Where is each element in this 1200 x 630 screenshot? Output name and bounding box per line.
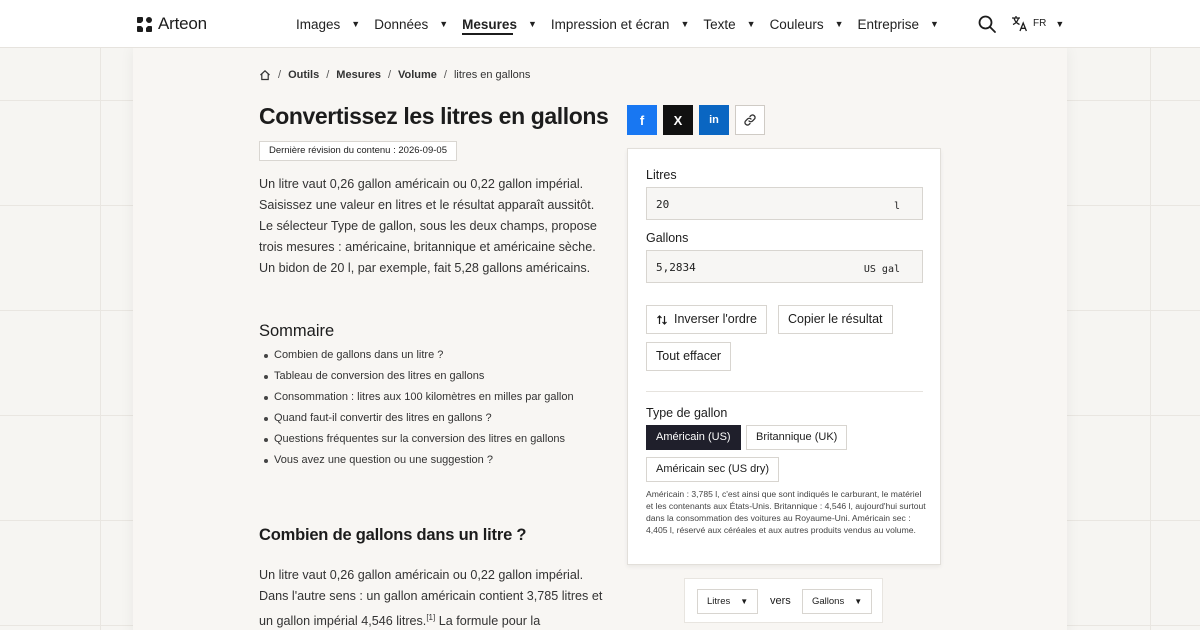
facebook-icon: f (639, 112, 645, 128)
chevron-down-icon: ▼ (746, 19, 756, 29)
breadcrumb-item-volume[interactable]: Volume (398, 69, 437, 81)
gallon-type-label: Type de gallon (646, 406, 728, 420)
section-heading: Combien de gallons dans un litre ? (259, 526, 527, 544)
nav-item-label: Données (374, 16, 429, 32)
breadcrumb-item-outils[interactable]: Outils (288, 69, 319, 81)
breadcrumb-separator: / (387, 69, 391, 81)
nav-item-impression[interactable]: Impression et écran ▼ (551, 0, 689, 48)
nav-item-label: Entreprise (857, 16, 920, 32)
litres-label: Litres (646, 168, 677, 182)
section-text-continued: La formule pour la (435, 614, 541, 629)
converter-panel: Litres 20 l Gallons 5,2834 US gal Invers… (627, 148, 941, 565)
chevron-down-icon: ▼ (439, 19, 449, 29)
share-bar: f X in (627, 105, 765, 135)
chevron-down-icon: ▼ (351, 19, 361, 29)
language-code: FR (1033, 18, 1047, 29)
chevron-down-icon: ▼ (740, 597, 749, 606)
summary-link[interactable]: Questions fréquentes sur la conversion d… (264, 433, 574, 454)
litres-input[interactable]: 20 l (646, 187, 923, 220)
chevron-down-icon: ▼ (834, 19, 844, 29)
nav-item-couleurs[interactable]: Couleurs ▼ (770, 0, 844, 48)
units-selector-bar: Litres ▼ vers Gallons ▼ (684, 578, 883, 623)
gallons-unit: US gal (863, 264, 900, 275)
share-linkedin-button[interactable]: in (699, 105, 729, 135)
breadcrumb-separator: / (326, 69, 330, 81)
nav-item-mesures[interactable]: Mesures ▼ (462, 0, 537, 48)
swap-icon (657, 314, 667, 325)
linkedin-icon: in (709, 114, 719, 126)
gallons-value: 5,2834 (656, 261, 696, 274)
clear-all-label: Tout effacer (656, 349, 722, 363)
share-facebook-button[interactable]: f (627, 105, 657, 135)
site-header: Arteon Images ▼ Données ▼ Mesures ▼ Impr… (0, 0, 1200, 48)
gallon-type-us-dry[interactable]: Américain sec (US dry) (646, 457, 780, 482)
litres-unit: l (893, 201, 900, 212)
breadcrumb-separator: / (278, 69, 282, 81)
summary-link[interactable]: Vous avez une question ou une suggestion… (264, 454, 574, 475)
nav-item-label: Couleurs (769, 16, 824, 32)
nav-item-images[interactable]: Images ▼ (296, 0, 360, 48)
chevron-down-icon: ▼ (680, 19, 690, 29)
nav-item-donnees[interactable]: Données ▼ (374, 0, 448, 48)
section-paragraph: Un litre vaut 0,26 gallon américain ou 0… (259, 565, 604, 630)
summary-link[interactable]: Consommation : litres aux 100 kilomètres… (264, 391, 574, 412)
summary-heading: Sommaire (259, 322, 335, 340)
swap-button[interactable]: Inverser l'ordre (646, 305, 767, 334)
gallon-type-us[interactable]: Américain (US) (646, 425, 741, 450)
nav-item-label: Texte (703, 16, 736, 32)
gallon-type-note: Américain : 3,785 l, c'est ainsi que son… (646, 489, 926, 535)
chevron-down-icon: ▼ (1055, 18, 1065, 29)
chevron-down-icon: ▼ (527, 19, 537, 29)
brand-name: Arteon (158, 14, 207, 33)
gallon-type-uk[interactable]: Britannique (UK) (746, 425, 848, 450)
breadcrumb-item-mesures[interactable]: Mesures (336, 69, 381, 81)
to-unit-select[interactable]: Gallons ▼ (802, 589, 873, 614)
litres-value: 20 (656, 198, 670, 211)
page-title: Convertissez les litres en gallons (259, 103, 609, 129)
brand-logo[interactable]: Arteon (137, 14, 207, 34)
nav-item-label: Images (296, 16, 341, 32)
search-button[interactable] (977, 14, 997, 34)
main-nav: Images ▼ Données ▼ Mesures ▼ Impression … (296, 0, 953, 48)
to-unit-value: Gallons (812, 596, 845, 607)
language-selector[interactable]: FR ▼ (1011, 15, 1064, 32)
from-unit-select[interactable]: Litres ▼ (697, 589, 759, 614)
divider (646, 391, 923, 392)
search-icon (978, 15, 996, 33)
intro-paragraph: Un litre vaut 0,26 gallon américain ou 0… (259, 177, 597, 275)
share-x-button[interactable]: X (663, 105, 693, 135)
nav-item-texte[interactable]: Texte ▼ (703, 0, 755, 48)
clear-all-button[interactable]: Tout effacer (646, 342, 732, 371)
gallons-input[interactable]: 5,2834 US gal (646, 250, 923, 283)
summary-link[interactable]: Combien de gallons dans un litre ? (264, 349, 574, 370)
breadcrumb: / Outils / Mesures / Volume / litres en … (259, 69, 530, 81)
nav-item-label: Mesures (462, 16, 517, 32)
from-unit-value: Litres (707, 596, 731, 607)
x-icon: X (673, 112, 683, 128)
swap-label: Inverser l'ordre (674, 312, 757, 326)
breadcrumb-current: litres en gallons (453, 69, 531, 81)
nav-item-label: Impression et écran (550, 16, 670, 32)
summary-link[interactable]: Quand faut-il convertir des litres en ga… (264, 412, 574, 433)
translate-icon (1012, 16, 1028, 32)
copy-result-button[interactable]: Copier le résultat (778, 305, 893, 334)
gallons-label: Gallons (646, 231, 689, 245)
revision-badge: Dernière révision du contenu : 2026-09-0… (259, 141, 457, 161)
summary-list: Combien de gallons dans un litre ? Table… (264, 349, 574, 475)
summary-link[interactable]: Tableau de conversion des litres en gall… (264, 370, 574, 391)
logo-icon (137, 16, 152, 32)
units-vers-label: vers (770, 595, 791, 607)
nav-item-entreprise[interactable]: Entreprise ▼ (858, 0, 939, 48)
footnote-link[interactable]: [1] (426, 613, 435, 622)
copy-link-button[interactable] (735, 105, 765, 135)
breadcrumb-separator: / (443, 69, 447, 81)
chevron-down-icon: ▼ (854, 597, 863, 606)
copy-result-label: Copier le résultat (788, 312, 883, 326)
home-icon[interactable] (259, 69, 271, 81)
chevron-down-icon: ▼ (930, 19, 939, 29)
link-icon (744, 114, 756, 126)
